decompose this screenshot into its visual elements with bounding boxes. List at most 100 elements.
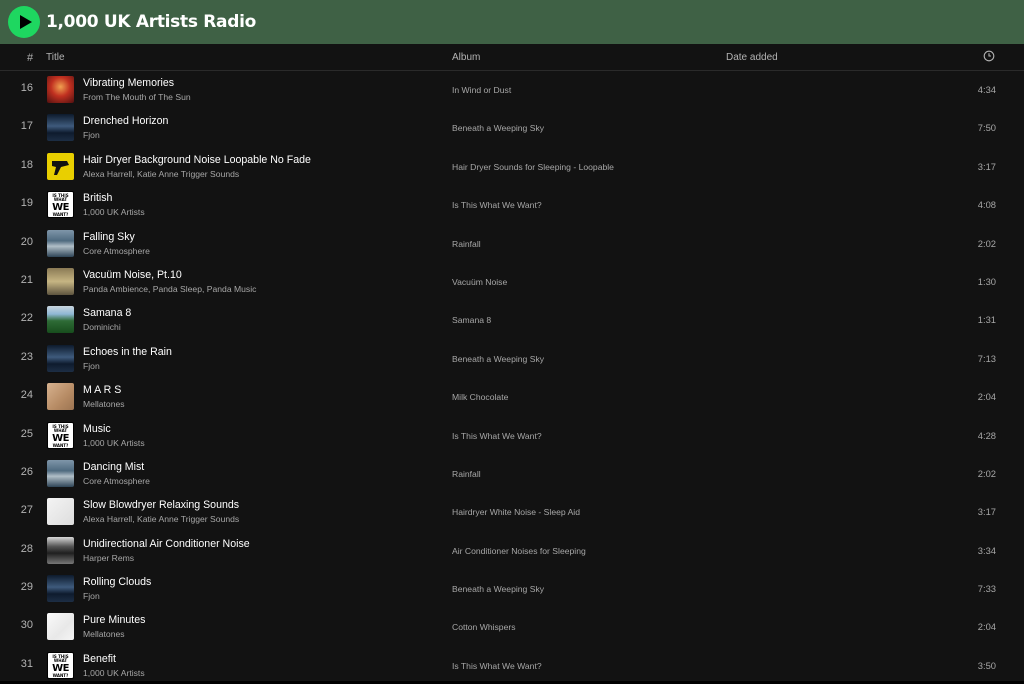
track-title[interactable]: Dancing Mist: [83, 461, 144, 473]
track-title[interactable]: Hair Dryer Background Noise Loopable No …: [83, 154, 311, 166]
track-artist[interactable]: Fjon: [83, 591, 100, 601]
track-album[interactable]: Rainfall: [452, 469, 481, 479]
track-row[interactable]: 21 Vacuüm Noise, Pt.10 Panda Ambience, Pan…: [0, 262, 1024, 300]
track-row[interactable]: 22 Samana 8 Dominichi Samana 8 1:31: [0, 300, 1024, 338]
track-duration: 2:02: [977, 467, 996, 479]
track-album[interactable]: Rainfall: [452, 239, 481, 249]
track-row[interactable]: 17 Drenched Horizon Fjon Beneath a Weeping …: [0, 108, 1024, 146]
track-row[interactable]: 30 Pure Minutes Mellatones Cotton Whispers 2…: [0, 607, 1024, 645]
tracklist: 16 Vibrating Memories From The Mouth of Th…: [0, 70, 1024, 684]
track-duration: 7:13: [977, 352, 996, 364]
track-artist[interactable]: Dominichi: [83, 322, 121, 332]
track-artist[interactable]: Core Atmosphere: [83, 476, 150, 486]
column-header-album[interactable]: Album: [452, 52, 480, 63]
track-album[interactable]: Vacuüm Noise: [452, 277, 507, 287]
track-album[interactable]: Milk Chocolate: [452, 392, 508, 402]
track-number: 18: [20, 158, 33, 171]
track-title[interactable]: Slow Blowdryer Relaxing Sounds: [83, 499, 239, 511]
album-cover-image: [47, 459, 74, 487]
track-title[interactable]: Samana 8: [83, 307, 131, 319]
track-title[interactable]: Falling Sky: [83, 231, 135, 243]
track-number: 27: [20, 504, 33, 517]
track-number: 31: [20, 657, 33, 670]
cover-text-top: IS THIS WHAT: [52, 653, 69, 663]
track-album[interactable]: In Wind or Dust: [452, 85, 511, 95]
play-button[interactable]: [8, 6, 40, 38]
cover-text-bottom: WANT?: [52, 672, 69, 678]
track-artist[interactable]: 1,000 UK Artists: [83, 668, 145, 678]
track-album[interactable]: Is This What We Want?: [452, 200, 542, 210]
clock-icon[interactable]: [983, 50, 995, 65]
track-artist[interactable]: Core Atmosphere: [83, 246, 150, 256]
track-row[interactable]: 26 Dancing Mist Core Atmosphere Rainfall 2:0…: [0, 454, 1024, 492]
track-number: 30: [20, 619, 33, 632]
cover-text-top: IS THIS WHAT: [52, 193, 69, 203]
track-title[interactable]: Drenched Horizon: [83, 115, 168, 127]
track-title[interactable]: Echoes in the Rain: [83, 346, 172, 358]
track-row[interactable]: 16 Vibrating Memories From The Mouth of Th…: [0, 70, 1024, 108]
track-title[interactable]: Music: [83, 423, 111, 435]
track-row[interactable]: 31 IS THIS WHAT WE WANT? Benefit 1,000 UK Art…: [0, 646, 1024, 684]
track-artist[interactable]: 1,000 UK Artists: [83, 438, 145, 448]
track-row[interactable]: 25 IS THIS WHAT WE WANT? Music 1,000 UK Artis…: [0, 416, 1024, 454]
track-number: 23: [20, 350, 33, 363]
track-number: 29: [20, 581, 33, 594]
track-artist[interactable]: Fjon: [83, 130, 100, 140]
album-cover-image: [47, 267, 74, 295]
track-row[interactable]: 23 Echoes in the Rain Fjon Beneath a Weepin…: [0, 339, 1024, 377]
track-title[interactable]: Benefit: [83, 653, 116, 665]
track-artist[interactable]: From The Mouth of The Sun: [83, 92, 191, 102]
track-duration: 2:02: [977, 237, 996, 249]
track-title[interactable]: M A R S: [83, 384, 121, 396]
track-artist[interactable]: Alexa Harrell, Katie Anne Trigger Sounds: [83, 514, 239, 524]
track-row[interactable]: 24 M A R S Mellatones Milk Chocolate 2:04: [0, 377, 1024, 415]
track-row[interactable]: 27 Slow Blowdryer Relaxing Sounds Alexa Ha…: [0, 492, 1024, 530]
track-duration: 2:04: [977, 391, 996, 403]
track-artist[interactable]: Harper Rems: [83, 553, 134, 563]
track-album[interactable]: Beneath a Weeping Sky: [452, 123, 544, 133]
track-title[interactable]: Rolling Clouds: [83, 576, 151, 588]
track-row[interactable]: 29 Rolling Clouds Fjon Beneath a Weeping Sk…: [0, 569, 1024, 607]
track-artist[interactable]: Panda Ambience, Panda Sleep, Panda Music: [83, 284, 256, 294]
track-title[interactable]: British: [83, 192, 112, 204]
track-album[interactable]: Air Conditioner Noises for Sleeping: [452, 546, 586, 556]
album-cover-image: IS THIS WHAT WE WANT?: [47, 421, 74, 449]
column-header-date-added[interactable]: Date added: [726, 52, 778, 63]
track-row[interactable]: 18 Hair Dryer Background Noise Loopable N…: [0, 147, 1024, 185]
track-artist[interactable]: 1,000 UK Artists: [83, 207, 145, 217]
album-cover-image: [47, 76, 74, 103]
playlist-header-bar: 1,000 UK Artists Radio: [0, 0, 1024, 44]
cover-text-top: IS THIS WHAT: [52, 423, 69, 433]
track-artist[interactable]: Alexa Harrell, Katie Anne Trigger Sounds: [83, 169, 239, 179]
track-row[interactable]: 20 Falling Sky Core Atmosphere Rainfall 2:02: [0, 224, 1024, 262]
track-duration: 1:30: [977, 275, 996, 287]
track-album[interactable]: Hairdryer White Noise - Sleep Aid: [452, 507, 580, 517]
track-album[interactable]: Hair Dryer Sounds for Sleeping - Loopabl…: [452, 162, 614, 172]
column-header-title[interactable]: Title: [46, 52, 65, 63]
track-album[interactable]: Cotton Whispers: [452, 622, 516, 632]
track-duration: 4:28: [977, 429, 996, 441]
track-artist[interactable]: Mellatones: [83, 629, 125, 639]
track-number: 19: [20, 197, 33, 210]
album-cover-image: [47, 575, 74, 603]
track-artist[interactable]: Fjon: [83, 361, 100, 371]
track-title[interactable]: Unidirectional Air Conditioner Noise: [83, 538, 250, 550]
track-artist[interactable]: Mellatones: [83, 399, 125, 409]
track-row[interactable]: 19 IS THIS WHAT WE WANT? British 1,000 UK Art…: [0, 185, 1024, 223]
track-album[interactable]: Beneath a Weeping Sky: [452, 354, 544, 364]
track-duration: 3:34: [977, 544, 996, 556]
track-duration: 4:08: [977, 199, 996, 211]
track-album[interactable]: Beneath a Weeping Sky: [452, 584, 544, 594]
track-row[interactable]: 28 Unidirectional Air Conditioner Noise Ha…: [0, 531, 1024, 569]
track-title[interactable]: Vacuüm Noise, Pt.10: [83, 269, 182, 281]
track-number: 26: [20, 465, 33, 478]
tracklist-header: # Title Album Date added: [0, 44, 1024, 71]
album-cover-image: [47, 613, 74, 641]
track-album[interactable]: Is This What We Want?: [452, 431, 542, 441]
track-title[interactable]: Vibrating Memories: [83, 77, 174, 89]
column-header-number: #: [27, 52, 34, 64]
track-album[interactable]: Is This What We Want?: [452, 661, 542, 671]
album-cover-image: IS THIS WHAT WE WANT?: [47, 651, 74, 679]
track-title[interactable]: Pure Minutes: [83, 614, 145, 626]
track-album[interactable]: Samana 8: [452, 315, 491, 325]
